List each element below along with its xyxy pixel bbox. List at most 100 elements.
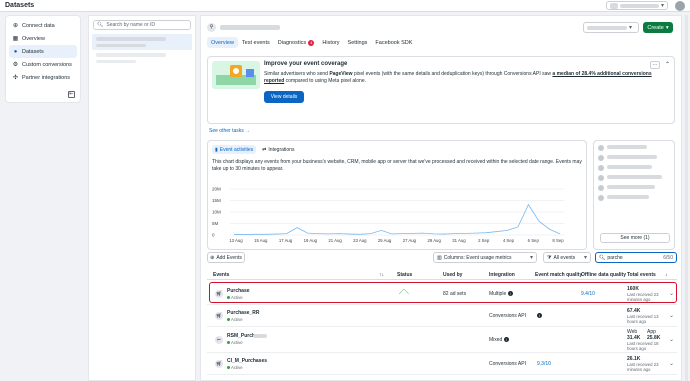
last-received: Last received 23 minutes ago [627,362,659,372]
x-tick-label: 29 Aug [427,238,441,243]
tab-label: Settings [347,39,368,46]
page-scrollbar[interactable] [685,15,688,381]
integration: Conversions API [489,361,526,367]
details-row [598,175,670,181]
integration: Mixed i [489,337,509,343]
column-used-by[interactable]: Used by [443,272,462,278]
dataset-list-item[interactable] [96,53,188,63]
integration: Conversions API [489,313,526,319]
x-tick-label: 15 Aug [254,238,268,243]
table-row[interactable]: 🛒︎ Purchase_RR Active Conversions API i … [207,305,677,327]
tab-settings[interactable]: Settings [344,37,372,48]
view-details-button[interactable]: View details [264,91,304,103]
info-icon[interactable]: i [507,291,513,297]
coverage-event-name: PageView [329,71,353,77]
events-toolbar: ⊕ Add Events ▥ Columns: Event usage metr… [207,252,677,264]
nav-label: Partner integrations [22,74,70,81]
tab-facebook-sdk[interactable]: Facebook SDK [371,37,416,48]
plus-circle-icon: ⊕ [12,23,19,29]
search-icon: 🔍︎ [97,22,104,28]
nav-overview[interactable]: ▦ Overview [9,32,77,45]
status-dot [227,296,230,299]
cart-icon: 🛒︎ [215,290,223,298]
chevron-down-icon[interactable]: ⌄ [669,336,674,343]
integration-label: Multiple [489,291,507,297]
tab-label: Test events [241,39,270,46]
chevron-down-icon[interactable]: ⌄ [669,360,674,367]
create-button[interactable]: Create ▾ [643,22,673,33]
used-by[interactable]: 82 ad sets [443,291,466,297]
x-tick-label: 8 Sep [552,238,564,243]
table-row[interactable]: ⌲ RSM_Purchase Active Mixed i Web App 31… [207,327,677,353]
integration-label: Mixed [489,337,503,343]
dataset-list-item-selected[interactable] [92,34,192,50]
profile-avatar[interactable] [675,1,685,11]
nav-label: Custom conversions [22,61,72,68]
see-other-tasks-link[interactable]: See other tasks → [209,128,250,134]
left-nav: ⊕ Connect data ▦ Overview ● Datasets ⚙ C… [5,15,81,103]
dataset-name-redacted [96,37,166,41]
tab-diagnostics[interactable]: Diagnostics 4 [274,37,319,48]
cart-icon: 🛒︎ [215,360,223,368]
add-events-button[interactable]: ⊕ Add Events [207,252,245,263]
chevron-up-icon[interactable]: ⌃ [665,61,670,68]
info-icon[interactable]: i [537,313,542,319]
event-match-quality-score[interactable]: 9.4/10 [581,291,595,297]
nav-partner-integrations[interactable]: ✣ Partner integrations [9,71,77,84]
column-integration[interactable]: Integration [489,272,515,278]
collapse-nav-icon[interactable]: ⇤ [68,91,75,98]
x-tick-label: 6 Sep [528,238,540,243]
nav-custom-conversions[interactable]: ⚙ Custom conversions [9,58,77,71]
last-received: Last received 13 hours ago [627,314,659,324]
events-filter[interactable]: ⧩ All events ▾ [543,252,591,263]
tab-history[interactable]: History [318,37,343,48]
tab-label: Facebook SDK [375,39,413,46]
chevron-down-icon: ▾ [583,255,587,261]
event-match-quality-score[interactable]: 9.3/10 [537,361,551,367]
column-events[interactable]: Events [213,272,229,278]
status-dot [227,318,230,321]
nav-connect-data[interactable]: ⊕ Connect data [9,19,77,32]
column-total-events[interactable]: Total events [627,272,656,278]
more-options-button[interactable]: ... [650,61,660,69]
x-tick-label: 25 Aug [378,238,392,243]
table-row[interactable]: 🛒︎ Purchase Active ⟋⟍ 82 ad sets Multipl… [207,283,677,305]
x-tick-label: 13 Aug [229,238,243,243]
detail-icon [598,195,604,201]
column-status[interactable]: Status [397,272,412,278]
account-selector[interactable]: ▾ [606,1,668,10]
column-offline-data-quality[interactable]: Offline data quality [581,272,626,278]
coverage-text: pixel events (with the same details and … [352,71,553,77]
nav-datasets[interactable]: ● Datasets [9,45,77,58]
sort-desc-icon[interactable]: ↓ [665,272,668,278]
search-result-count: 6/50 [663,254,673,261]
chevron-down-icon[interactable]: ⌄ [669,312,674,319]
chevron-down-icon[interactable]: ⌄ [669,290,674,297]
last-received: Last received 18 hours ago [627,341,659,351]
column-event-match-quality[interactable]: Event match quality [535,272,582,278]
event-search-input[interactable]: 🔍︎ parche 6/50 [595,252,677,263]
date-range-selector[interactable]: ▾ [583,22,639,33]
y-tick-label: 0 [212,233,215,238]
status-dot [227,366,230,369]
x-tick-label: 31 Aug [452,238,466,243]
chevron-down-icon: ▾ [629,25,633,31]
table-row[interactable]: 🛒︎ Cl_M_Purchases Active Conversions API… [207,353,677,375]
top-bar: Datasets ▾ [0,0,690,12]
tab-overview[interactable]: Overview [207,37,238,48]
grid-icon: ▦ [12,36,19,42]
see-more-button[interactable]: See more (1) [600,233,670,243]
columns-selector[interactable]: ▥ Columns: Event usage metrics ▾ [433,252,537,263]
plus-circle-icon: ⊕ [210,254,215,261]
tab-test-events[interactable]: Test events [238,37,274,48]
detail-redacted [607,195,649,199]
status-label: Active [231,365,243,370]
cart-icon: 🛒︎ [215,312,223,320]
dataset-search-input[interactable]: 🔍︎ Search by name or ID [93,20,191,30]
info-icon[interactable]: i [503,337,509,343]
event-activity-card: ▮ Event activities ⇄ Integrations This c… [207,140,587,250]
chevron-down-icon: ▾ [665,24,669,31]
sort-icon[interactable]: ↑↓ [379,272,384,278]
dataset-id-redacted [96,60,136,63]
status-dot [227,341,230,344]
